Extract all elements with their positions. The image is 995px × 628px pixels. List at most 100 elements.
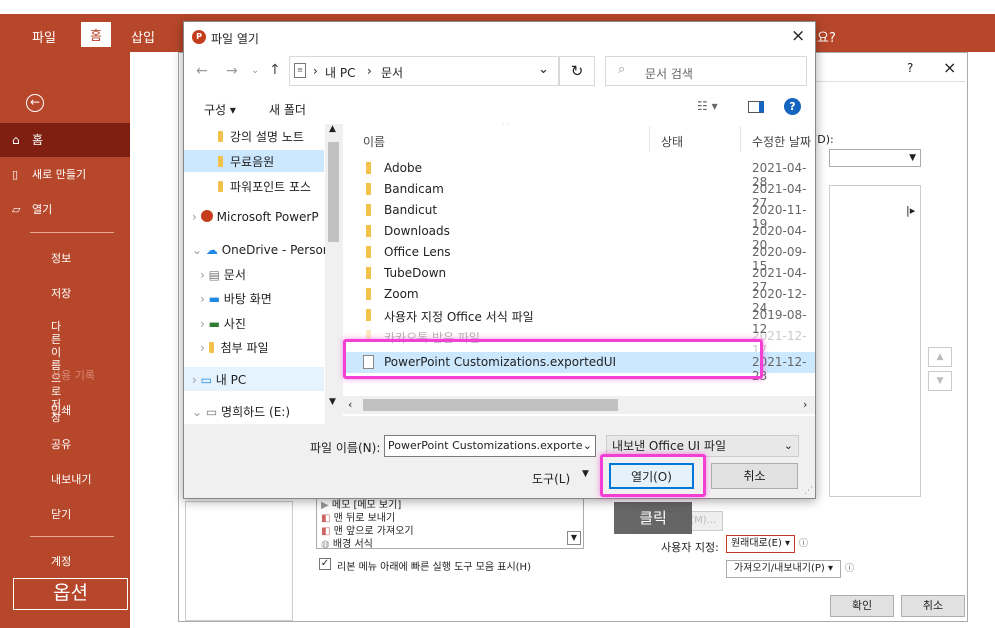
move-down-button[interactable]: ▼ (928, 371, 952, 391)
column-status[interactable]: 상태 (661, 133, 683, 150)
filename-input[interactable]: PowerPoint Customizations.exporte ⌄ (384, 435, 596, 457)
cloud-icon: ☁ (206, 243, 218, 257)
preview-pane-icon[interactable] (748, 101, 764, 113)
right-combo[interactable]: ▼ (829, 149, 921, 167)
tree-item[interactable]: 파워포인트 포스 (218, 178, 311, 195)
help-icon[interactable]: ? (784, 98, 801, 115)
sidebar-item-export[interactable]: 내보내기 (0, 471, 130, 487)
dropdown-triangle-icon[interactable]: ▼ (582, 469, 589, 479)
scroll-down-icon[interactable]: ▼ (329, 397, 336, 407)
list-item[interactable]: ◍ 배경 서식 (321, 535, 373, 549)
column-name[interactable]: 이름 (363, 133, 385, 150)
list-item[interactable]: Downloads2020-04-20 (343, 221, 815, 242)
organize-button[interactable]: 구성 ▾ (204, 101, 236, 118)
tab-home[interactable]: 홈 (81, 22, 111, 47)
sidebar-item-close[interactable]: 닫기 (0, 506, 130, 522)
options-ok-button[interactable]: 확인 (830, 595, 894, 617)
scrollbar-thumb[interactable] (363, 399, 618, 411)
sidebar-item-new[interactable]: ▯ 새로 만들기 (0, 167, 130, 183)
list-item[interactable]: 사용자 지정 Office 서식 파일2019-08-12 (343, 305, 815, 326)
command-list[interactable]: ▶ 메모 [메모 보기] ◧ 맨 뒤로 보내기 ◧ 맨 앞으로 가져오기 ◍ 배… (316, 493, 584, 549)
tab-insert[interactable]: 삽입 (131, 27, 155, 46)
left-panel (185, 501, 293, 621)
folder-icon (366, 288, 371, 300)
pictures-icon: ▬ (209, 317, 220, 331)
sidebar-item-share[interactable]: 공유 (0, 436, 130, 452)
cancel-button[interactable]: 취소 (711, 463, 798, 489)
folder-icon (218, 156, 223, 167)
address-bar[interactable]: ≡ › 내 PC › 문서 ⌄ (289, 56, 559, 86)
list-item[interactable]: Zoom2020-12-24 (343, 284, 815, 305)
tab-file[interactable]: 파일 (32, 27, 56, 46)
tree-item[interactable]: › 첨부 파일 (200, 339, 269, 356)
view-options-icon[interactable]: ☷ ▾ (697, 99, 718, 113)
tree-item[interactable]: 강의 설명 노트 (218, 128, 304, 145)
scroll-left-icon[interactable]: ‹ (348, 398, 352, 411)
file-name: Downloads (384, 224, 450, 238)
up-arrow-icon[interactable]: ↑ (269, 62, 281, 78)
open-file-dialog: P 파일 열기 × ← → ⌄ ↑ ≡ › 내 PC › 문서 ⌄ ↻ ⌕ 문서… (183, 21, 816, 499)
tree-item[interactable]: 무료음원 (218, 153, 274, 170)
breadcrumb-documents[interactable]: 문서 (381, 64, 403, 81)
tree-item[interactable]: ⌄ ▭ 명희하드 (E:) (192, 403, 290, 420)
options-cancel-button[interactable]: 취소 (901, 595, 965, 617)
h-scrollbar[interactable]: ‹ › (343, 396, 815, 414)
ribbon-checkbox[interactable]: ✓ (319, 558, 331, 570)
navigation-tree: 강의 설명 노트 무료음원 파워포인트 포스 › Microsoft Power… (184, 124, 342, 424)
expand-arrow-icon[interactable]: |▸ (906, 204, 915, 217)
sidebar-item-home[interactable]: ⌂ 홈 (0, 123, 130, 157)
refresh-button[interactable]: ↻ (559, 56, 595, 86)
recent-chevron-icon[interactable]: ⌄ (251, 65, 259, 76)
powerpoint-icon: P (192, 30, 206, 44)
sidebar-item-account[interactable]: 계정 (0, 553, 130, 569)
scrollbar-thumb[interactable] (328, 142, 339, 242)
scroll-right-icon[interactable]: › (803, 398, 807, 411)
sidebar-item-open[interactable]: ▱ 열기 (0, 202, 130, 218)
column-date[interactable]: 수정한 날짜 (752, 133, 811, 150)
back-arrow-icon[interactable]: ← (26, 94, 44, 112)
resize-grip-icon[interactable]: ⋰ (804, 486, 813, 496)
scroll-down-icon[interactable]: ▼ (567, 531, 581, 545)
sidebar-item-save[interactable]: 저장 (0, 285, 130, 301)
partial-label: (D): (813, 133, 834, 146)
address-dropdown-icon[interactable]: ⌄ (538, 62, 549, 77)
folder-icon (366, 246, 371, 258)
move-up-button[interactable]: ▲ (928, 347, 952, 367)
back-arrow-icon[interactable]: ← (196, 63, 208, 79)
search-placeholder: 문서 검색 (645, 65, 693, 82)
sidebar-item-history[interactable]: 사용 기록 (0, 367, 130, 383)
list-item[interactable]: Bandicut2020-11-19 (343, 200, 815, 221)
computer-icon: ▭ (201, 373, 212, 387)
reset-button[interactable]: 원래대로(E) ▾ (726, 535, 795, 553)
new-folder-button[interactable]: 새 폴더 (269, 101, 306, 118)
tree-item[interactable]: › ▭ 내 PC (192, 371, 246, 388)
list-item[interactable]: Office Lens2020-09-15 (343, 242, 815, 263)
dialog-close-button[interactable]: × (791, 26, 805, 46)
drive-icon: ▭ (206, 405, 217, 419)
import-export-button[interactable]: 가져오기/내보내기(P) ▾ (726, 560, 841, 578)
tools-button[interactable]: 도구(L) (532, 470, 570, 487)
help-button[interactable]: ? (907, 61, 913, 75)
sidebar-item-info[interactable]: 정보 (0, 250, 130, 266)
folder-icon (366, 183, 371, 195)
tree-item[interactable]: ⌄ ☁ OneDrive - Persor (192, 243, 328, 257)
tree-item[interactable]: › ▬ 바탕 화면 (200, 290, 272, 307)
search-input[interactable]: ⌕ 문서 검색 (605, 56, 807, 86)
list-item[interactable]: Bandicam2021-04-27 (343, 179, 815, 200)
tree-item[interactable]: › ▤ 문서 (200, 266, 246, 283)
nav-bar: ← → ⌄ ↑ ≡ › 내 PC › 문서 ⌄ ↻ ⌕ 문서 검색 (184, 52, 815, 92)
click-annotation: 클릭 (614, 502, 692, 534)
chevron-down-icon[interactable]: ⌄ (583, 436, 592, 456)
scroll-up-icon[interactable]: ▲ (329, 124, 336, 134)
tree-item[interactable]: › ▬ 사진 (200, 315, 246, 332)
tree-item[interactable]: › Microsoft PowerP (192, 210, 319, 224)
list-item[interactable]: TubeDown2021-04-27 (343, 263, 815, 284)
document-icon: ≡ (294, 63, 306, 78)
sidebar-item-print[interactable]: 인쇄 (0, 402, 130, 418)
sidebar-item-options[interactable]: 옵션 (13, 578, 128, 610)
options-close-button[interactable]: × (943, 58, 956, 77)
tree-scrollbar[interactable]: ▲ ▼ (325, 124, 342, 424)
forward-arrow-icon[interactable]: → (226, 63, 238, 79)
list-item[interactable]: Adobe2021-04-28 (343, 158, 815, 179)
breadcrumb-my-pc[interactable]: 내 PC (325, 64, 355, 81)
